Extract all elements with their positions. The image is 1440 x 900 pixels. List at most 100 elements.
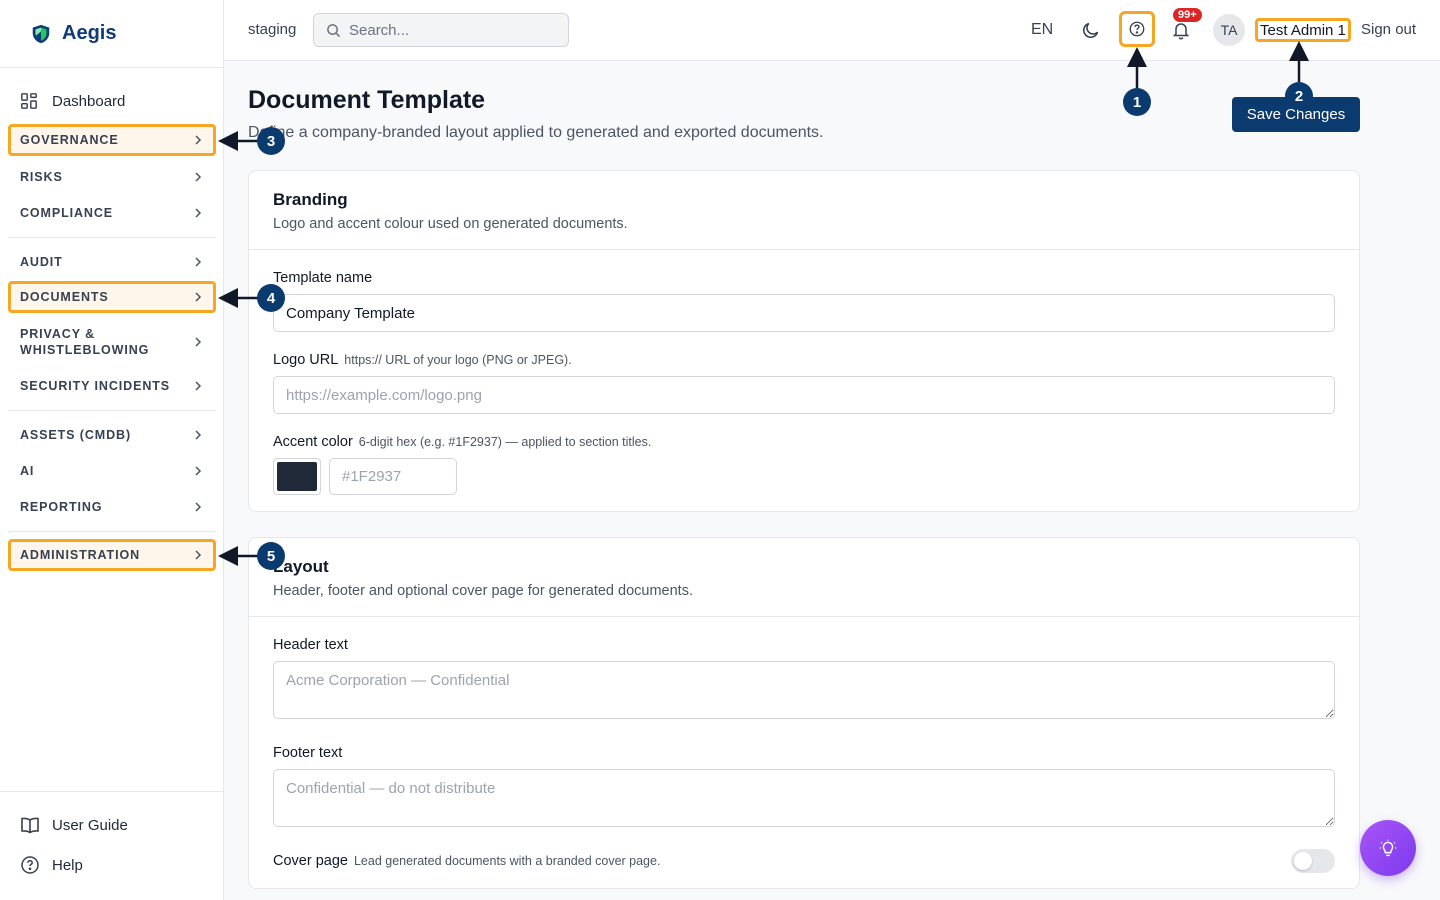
bell-icon[interactable]: [1171, 20, 1191, 40]
sidebar-item-label: DOCUMENTS: [20, 290, 109, 304]
help-label: Help: [52, 856, 83, 874]
sidebar-item-privacy-whistleblowing[interactable]: PRIVACY & WHISTLEBLOWING: [8, 320, 216, 364]
sidebar-item-label: REPORTING: [20, 500, 103, 514]
sidebar-item-risks[interactable]: RISKS: [8, 161, 216, 193]
notification-badge: 99+: [1173, 8, 1202, 22]
branding-card: Branding Logo and accent colour used on …: [248, 170, 1360, 512]
avatar[interactable]: TA: [1213, 14, 1245, 46]
app-name: Aegis: [62, 22, 117, 44]
help-link[interactable]: Help: [20, 855, 83, 875]
accent-color-label-row: Accent color 6-digit hex (e.g. #1F2937) —…: [273, 434, 651, 450]
lightbulb-icon: [1379, 839, 1397, 857]
sidebar-item-audit[interactable]: AUDIT: [8, 246, 216, 278]
accent-color-hint: 6-digit hex (e.g. #1F2937) — applied to …: [358, 435, 652, 449]
header-text-input[interactable]: [273, 661, 1335, 719]
chevron-right-icon: [195, 381, 202, 391]
footer-text-label: Footer text: [273, 745, 343, 761]
logo-url-input[interactable]: [273, 376, 1335, 414]
chevron-right-icon: [195, 135, 202, 145]
user-guide-link[interactable]: User Guide: [20, 815, 128, 835]
cover-page-toggle[interactable]: [1291, 849, 1335, 873]
sidebar-item-ai[interactable]: AI: [8, 455, 216, 487]
sidebar-item-label: GOVERNANCE: [20, 133, 119, 147]
accent-color-label: Accent color: [273, 434, 353, 450]
sidebar-divider: [8, 237, 216, 238]
chevron-right-icon: [195, 337, 202, 347]
annotation-marker-1: 1: [1123, 88, 1151, 116]
logo-url-label-row: Logo URL https:// URL of your logo (PNG o…: [273, 352, 572, 368]
chevron-right-icon: [195, 208, 202, 218]
sidebar-item-label: COMPLIANCE: [20, 206, 114, 220]
search-box[interactable]: [313, 13, 569, 47]
sidebar-item-governance[interactable]: GOVERNANCE: [8, 124, 216, 156]
layout-card: Layout Header, footer and optional cover…: [248, 537, 1360, 889]
chevron-right-icon: [195, 550, 202, 560]
accent-color-fill: [277, 462, 317, 491]
user-name[interactable]: Test Admin 1: [1255, 18, 1351, 42]
sidebar-divider: [8, 410, 216, 411]
sidebar-item-security-incidents[interactable]: SECURITY INCIDENTS: [8, 370, 216, 402]
sidebar: Aegis Dashboard GOVERNANCE RISKS COMPLIA…: [0, 0, 224, 900]
sidebar-item-label: SECURITY INCIDENTS: [20, 379, 171, 393]
sidebar-item-label: Dashboard: [52, 92, 126, 110]
page-title: Document Template: [248, 86, 486, 114]
dashboard-grid-icon: [21, 93, 37, 109]
sidebar-item-documents[interactable]: DOCUMENTS: [8, 281, 216, 313]
branding-description: Logo and accent colour used on generated…: [273, 216, 628, 232]
language-switcher[interactable]: EN: [1031, 21, 1053, 39]
footer-text-input[interactable]: [273, 769, 1335, 827]
moon-icon[interactable]: [1081, 20, 1101, 40]
accent-color-input[interactable]: [329, 458, 457, 495]
chevron-right-icon: [195, 430, 202, 440]
annotation-marker-3: 3: [257, 127, 285, 155]
sidebar-divider: [8, 531, 216, 532]
chevron-right-icon: [195, 466, 202, 476]
layout-description: Header, footer and optional cover page f…: [273, 583, 693, 599]
help-circle-icon: [21, 856, 39, 874]
template-name-input[interactable]: [273, 294, 1335, 332]
sidebar-item-label: ADMINISTRATION: [20, 548, 140, 562]
sidebar-item-label: PRIVACY & WHISTLEBLOWING: [20, 327, 150, 357]
assistant-button[interactable]: [1360, 820, 1416, 876]
cover-page-label-row: Cover page Lead generated documents with …: [273, 853, 660, 869]
help-button[interactable]: [1119, 11, 1155, 47]
environment-label: staging: [248, 21, 297, 38]
sidebar-item-administration[interactable]: ADMINISTRATION: [8, 539, 216, 571]
top-bar: staging EN 99+ TA Test Admin 1 Sign out: [224, 0, 1440, 61]
logo-url-label: Logo URL: [273, 352, 339, 368]
sidebar-item-label: ASSETS (CMDB): [20, 428, 132, 442]
sidebar-item-dashboard[interactable]: Dashboard: [20, 92, 125, 110]
app-logo[interactable]: Aegis: [0, 0, 223, 68]
annotation-marker-2: 2: [1285, 82, 1313, 110]
sidebar-footer-divider: [0, 791, 223, 792]
book-open-icon: [21, 817, 39, 834]
cover-page-label: Cover page: [273, 853, 348, 869]
sidebar-item-label: RISKS: [20, 170, 63, 184]
shield-logo-icon: [32, 24, 50, 43]
branding-card-header: Branding Logo and accent colour used on …: [249, 171, 1359, 250]
sidebar-item-label: AUDIT: [20, 255, 63, 269]
chevron-right-icon: [195, 292, 202, 302]
annotation-marker-4: 4: [257, 284, 285, 312]
accent-color-swatch[interactable]: [273, 458, 321, 495]
sidebar-item-label: AI: [20, 464, 35, 478]
layout-title: Layout: [273, 557, 329, 576]
header-text-label: Header text: [273, 637, 348, 653]
user-guide-label: User Guide: [52, 816, 128, 834]
help-circle-icon: [1129, 21, 1145, 37]
annotation-marker-5: 5: [257, 542, 285, 570]
logo-url-hint: https:// URL of your logo (PNG or JPEG).: [344, 353, 572, 367]
chevron-right-icon: [195, 257, 202, 267]
search-icon: [327, 23, 341, 37]
search-input[interactable]: [349, 21, 549, 39]
sidebar-item-reporting[interactable]: REPORTING: [8, 491, 216, 523]
sidebar-item-assets-cmdb[interactable]: ASSETS (CMDB): [8, 419, 216, 451]
page-subtitle: Define a company-branded layout applied …: [248, 124, 824, 141]
branding-title: Branding: [273, 190, 348, 209]
chevron-right-icon: [195, 172, 202, 182]
layout-card-header: Layout Header, footer and optional cover…: [249, 538, 1359, 617]
sidebar-item-compliance[interactable]: COMPLIANCE: [8, 197, 216, 229]
chevron-right-icon: [195, 502, 202, 512]
sign-out-link[interactable]: Sign out: [1361, 21, 1416, 38]
template-name-label: Template name: [273, 270, 373, 286]
